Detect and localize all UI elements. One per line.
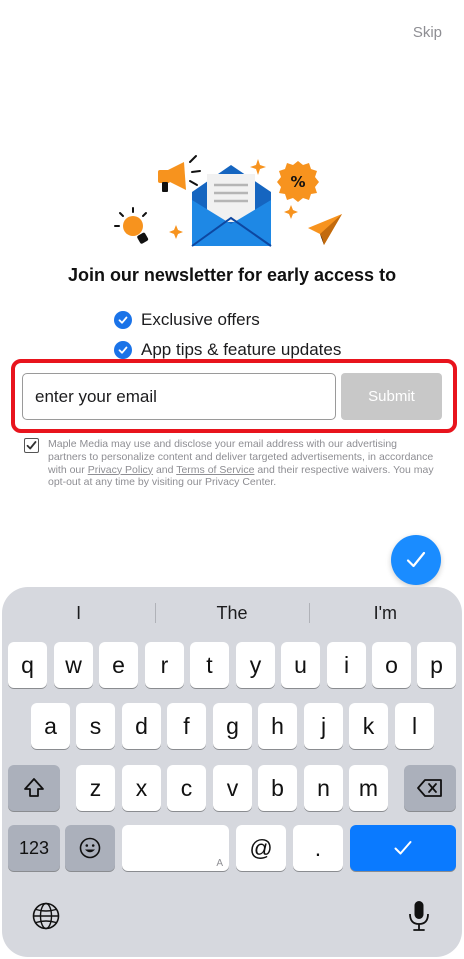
submit-button[interactable]: Submit [341,373,442,420]
key-x[interactable]: x [122,765,161,811]
checkmark-icon [26,441,37,450]
key-e[interactable]: e [99,642,138,688]
key-g[interactable]: g [213,703,252,749]
consent-text-part: and [153,463,177,476]
key-q[interactable]: q [8,642,47,688]
space-key-hint: A [216,858,223,869]
emoji-key[interactable] [65,825,115,871]
benefit-list: Exclusive offers App tips & feature upda… [114,305,341,365]
key-p[interactable]: p [417,642,456,688]
key-l[interactable]: l [395,703,434,749]
svg-text:%: % [290,173,305,191]
backspace-icon [417,779,442,797]
key-t[interactable]: t [190,642,229,688]
key-o[interactable]: o [372,642,411,688]
microphone-icon[interactable] [402,898,436,934]
prediction-item[interactable]: The [155,595,308,631]
confirm-fab-button[interactable] [391,535,441,585]
key-j[interactable]: j [304,703,343,749]
megaphone-icon [158,155,201,192]
key-k[interactable]: k [349,703,388,749]
key-u[interactable]: u [281,642,320,688]
privacy-policy-link[interactable]: Privacy Policy [88,464,153,476]
key-w[interactable]: w [54,642,93,688]
key-c[interactable]: c [167,765,206,811]
lightbulb-icon [114,207,149,244]
key-y[interactable]: y [236,642,275,688]
done-key[interactable] [350,825,456,871]
percent-badge-icon: % [277,161,319,202]
key-a[interactable]: a [31,703,70,749]
prediction-item[interactable]: I [2,595,155,631]
check-icon [406,551,426,568]
benefit-item: Exclusive offers [114,305,341,335]
consent-checkbox[interactable] [24,438,39,453]
prediction-item[interactable]: I'm [308,595,462,631]
globe-icon[interactable] [29,899,63,933]
check-icon [394,841,412,855]
key-m[interactable]: m [349,765,388,811]
key-z[interactable]: z [76,765,115,811]
at-key[interactable]: @ [236,825,286,871]
terms-of-service-link[interactable]: Terms of Service [176,464,254,476]
paper-plane-icon [308,214,342,245]
consent-text: Maple Media may use and disclose your em… [48,438,434,489]
key-h[interactable]: h [258,703,297,749]
shift-icon [24,778,44,797]
key-n[interactable]: n [304,765,343,811]
email-input[interactable] [22,373,336,420]
check-icon [114,311,132,329]
check-icon [114,341,132,359]
skip-button[interactable]: Skip [413,24,442,41]
key-v[interactable]: v [213,765,252,811]
newsletter-illustration: % [114,155,342,247]
key-s[interactable]: s [76,703,115,749]
shift-key[interactable] [8,765,60,811]
period-key[interactable]: . [293,825,343,871]
key-f[interactable]: f [167,703,206,749]
key-b[interactable]: b [258,765,297,811]
benefit-label: Exclusive offers [141,310,260,329]
benefit-label: App tips & feature updates [141,340,342,359]
space-key[interactable]: A [122,825,229,871]
key-i[interactable]: i [327,642,366,688]
emoji-icon [79,837,101,859]
predictive-bar: I The I'm [2,595,462,631]
backspace-key[interactable] [404,765,456,811]
newsletter-headline: Join our newsletter for early access to [67,265,397,285]
numbers-key[interactable]: 123 [8,825,60,871]
keyboard: I The I'm q w e r t y u i o p a s d f g … [2,587,462,957]
envelope-icon [191,165,272,247]
key-d[interactable]: d [122,703,161,749]
key-r[interactable]: r [145,642,184,688]
